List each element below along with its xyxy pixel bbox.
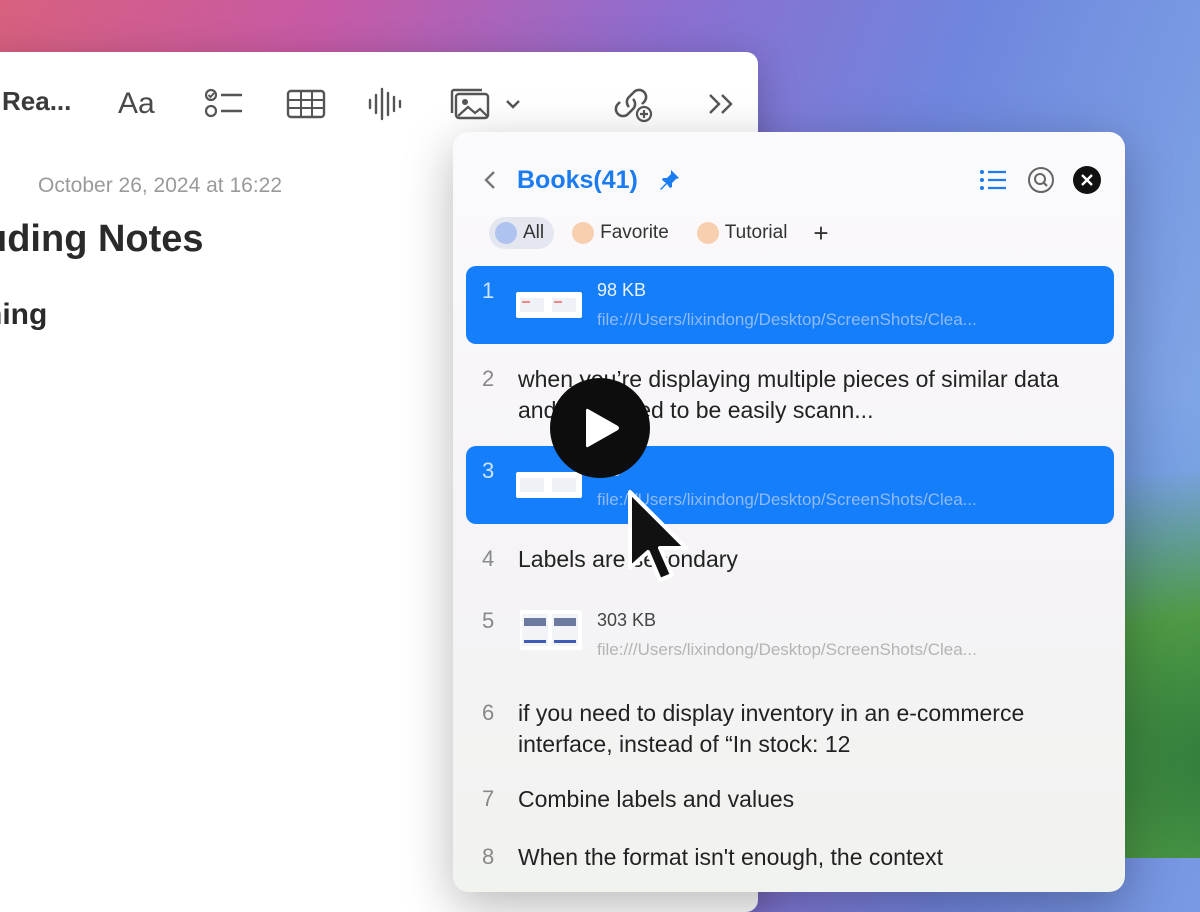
list-item[interactable]: 6 if you need to display inventory in an… — [466, 688, 1114, 768]
close-icon[interactable] — [1073, 166, 1101, 194]
item-number: 3 — [482, 458, 495, 483]
more-icon[interactable] — [706, 86, 736, 122]
pin-icon[interactable] — [657, 168, 681, 192]
item-path: file:///Users/lixindong/Desktop/ScreenSh… — [597, 640, 977, 659]
item-path: file:///Users/lixindong/Desktop/ScreenSh… — [597, 310, 977, 329]
note-date: October 26, 2024 at 16:22 — [38, 174, 283, 197]
item-size: 303 KB — [597, 610, 657, 630]
table-icon[interactable] — [284, 86, 328, 122]
image-thumbnail — [516, 472, 582, 498]
list-item[interactable]: 7 Combine labels and values — [466, 774, 1114, 826]
tag-label: All — [523, 222, 545, 243]
item-number: 7 — [482, 786, 495, 811]
link-icon[interactable] — [612, 86, 654, 123]
search-icon[interactable] — [1027, 166, 1055, 194]
list-item[interactable]: 5 303 KB file:///Users/lixindong/Desktop… — [466, 596, 1114, 676]
tag-color-dot — [572, 222, 595, 244]
audio-icon[interactable] — [365, 86, 405, 122]
item-number: 5 — [482, 608, 495, 633]
tag-color-dot — [495, 222, 517, 244]
tag-favorite[interactable]: Favorite — [566, 217, 679, 249]
item-number: 1 — [482, 278, 495, 303]
back-icon[interactable] — [481, 166, 501, 194]
item-number: 2 — [482, 366, 495, 391]
clipboard-list: 1 98 KB file:///Users/lixindong/Desktop/… — [466, 266, 1114, 892]
window-title: Rea... — [2, 86, 72, 116]
list-item[interactable]: 1 98 KB file:///Users/lixindong/Desktop/… — [466, 266, 1114, 344]
add-tag-button[interactable]: + — [813, 218, 828, 248]
item-number: 8 — [482, 844, 495, 869]
tag-bar: All Favorite Tutorial + — [489, 216, 829, 250]
image-thumbnail — [516, 292, 582, 318]
chevron-down-icon[interactable] — [502, 86, 524, 122]
list-item[interactable]: 4 Labels are secondary — [466, 534, 1114, 590]
tag-all[interactable]: All — [489, 217, 555, 249]
note-title: uding Notes — [0, 218, 204, 260]
note-heading: hing — [0, 298, 48, 331]
play-icon[interactable] — [550, 378, 650, 478]
format-button[interactable]: Aa — [118, 86, 155, 122]
panel-title: Books(41) — [517, 166, 638, 194]
item-number: 6 — [482, 700, 495, 725]
checklist-icon[interactable] — [202, 86, 246, 122]
image-thumbnail — [520, 610, 582, 650]
item-text: if you need to display inventory in an e… — [518, 700, 1025, 757]
list-item[interactable]: 8 When the format isn't enough, the cont… — [466, 832, 1114, 892]
item-text: Combine labels and values — [518, 786, 795, 812]
tag-color-dot — [696, 222, 719, 244]
tag-tutorial[interactable]: Tutorial — [691, 217, 798, 249]
item-number: 4 — [482, 546, 495, 571]
item-size: 98 KB — [597, 280, 647, 300]
clipboard-panel: Books(41) All Favorite Tutorial + 1 98 K… — [453, 132, 1125, 892]
cursor-icon — [624, 488, 694, 588]
media-icon[interactable] — [448, 86, 492, 122]
tag-label: Tutorial — [724, 222, 788, 243]
tag-label: Favorite — [600, 222, 669, 243]
item-text: Labels are secondary — [518, 546, 738, 572]
list-view-icon[interactable] — [979, 168, 1007, 192]
